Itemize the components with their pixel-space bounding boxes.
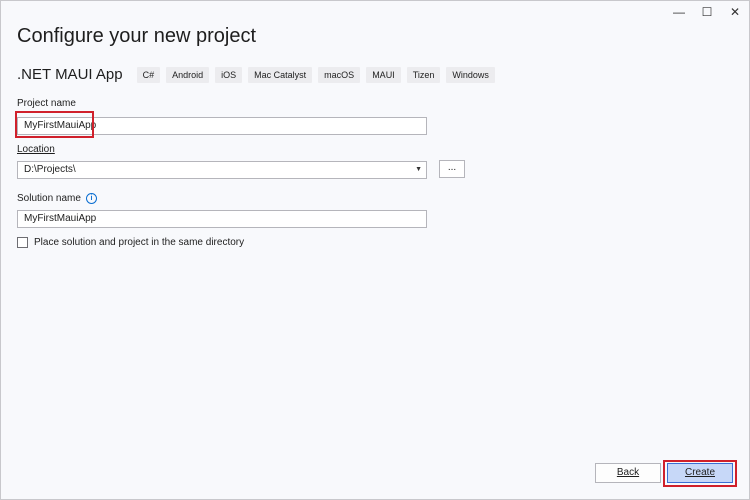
- same-directory-checkbox[interactable]: [17, 237, 28, 248]
- same-directory-option[interactable]: Place solution and project in the same d…: [17, 237, 244, 248]
- tag-mac-catalyst: Mac Catalyst: [248, 66, 313, 83]
- tag-macos: macOS: [318, 66, 361, 83]
- solution-name-label: Solution name: [17, 193, 81, 205]
- tag-maui: MAUI: [366, 66, 401, 83]
- create-button-label: Create: [684, 467, 715, 478]
- template-name: .NET MAUI App: [17, 66, 123, 83]
- tag-android: Android: [166, 66, 210, 83]
- back-button[interactable]: Back: [595, 463, 661, 483]
- minimize-icon[interactable]: —: [665, 1, 693, 23]
- location-value: D:\Projects\: [24, 164, 76, 175]
- tag-tizen: Tizen: [406, 66, 441, 83]
- tag-windows: Windows: [446, 66, 495, 83]
- solution-name-label-row: Solution name i: [17, 193, 97, 204]
- template-info: .NET MAUI App C# Android iOS Mac Catalys…: [17, 66, 501, 83]
- project-name-label: Project name: [17, 98, 76, 109]
- project-name-value: MyFirstMauiApp: [24, 120, 97, 131]
- project-name-input[interactable]: MyFirstMauiApp: [17, 117, 427, 135]
- solution-name-value: MyFirstMauiApp: [24, 213, 97, 224]
- chevron-down-icon: ▼: [415, 166, 422, 173]
- window-controls: — ☐ ✕: [665, 1, 749, 23]
- location-label-text: Location: [17, 144, 55, 155]
- browse-button[interactable]: ...: [439, 160, 465, 178]
- create-button[interactable]: Create: [667, 463, 733, 483]
- maximize-icon[interactable]: ☐: [693, 1, 721, 23]
- page-title: Configure your new project: [17, 25, 257, 47]
- location-select[interactable]: D:\Projects\ ▼: [17, 161, 427, 179]
- back-button-label: Back: [616, 467, 640, 478]
- tag-ios: iOS: [215, 66, 243, 83]
- info-icon[interactable]: i: [85, 193, 97, 204]
- same-directory-label: Place solution and project in the same d…: [34, 237, 245, 248]
- tag-csharp: C#: [136, 66, 161, 83]
- solution-name-input[interactable]: MyFirstMauiApp: [17, 210, 427, 228]
- close-icon[interactable]: ✕: [721, 1, 749, 23]
- location-label: Location: [17, 144, 55, 155]
